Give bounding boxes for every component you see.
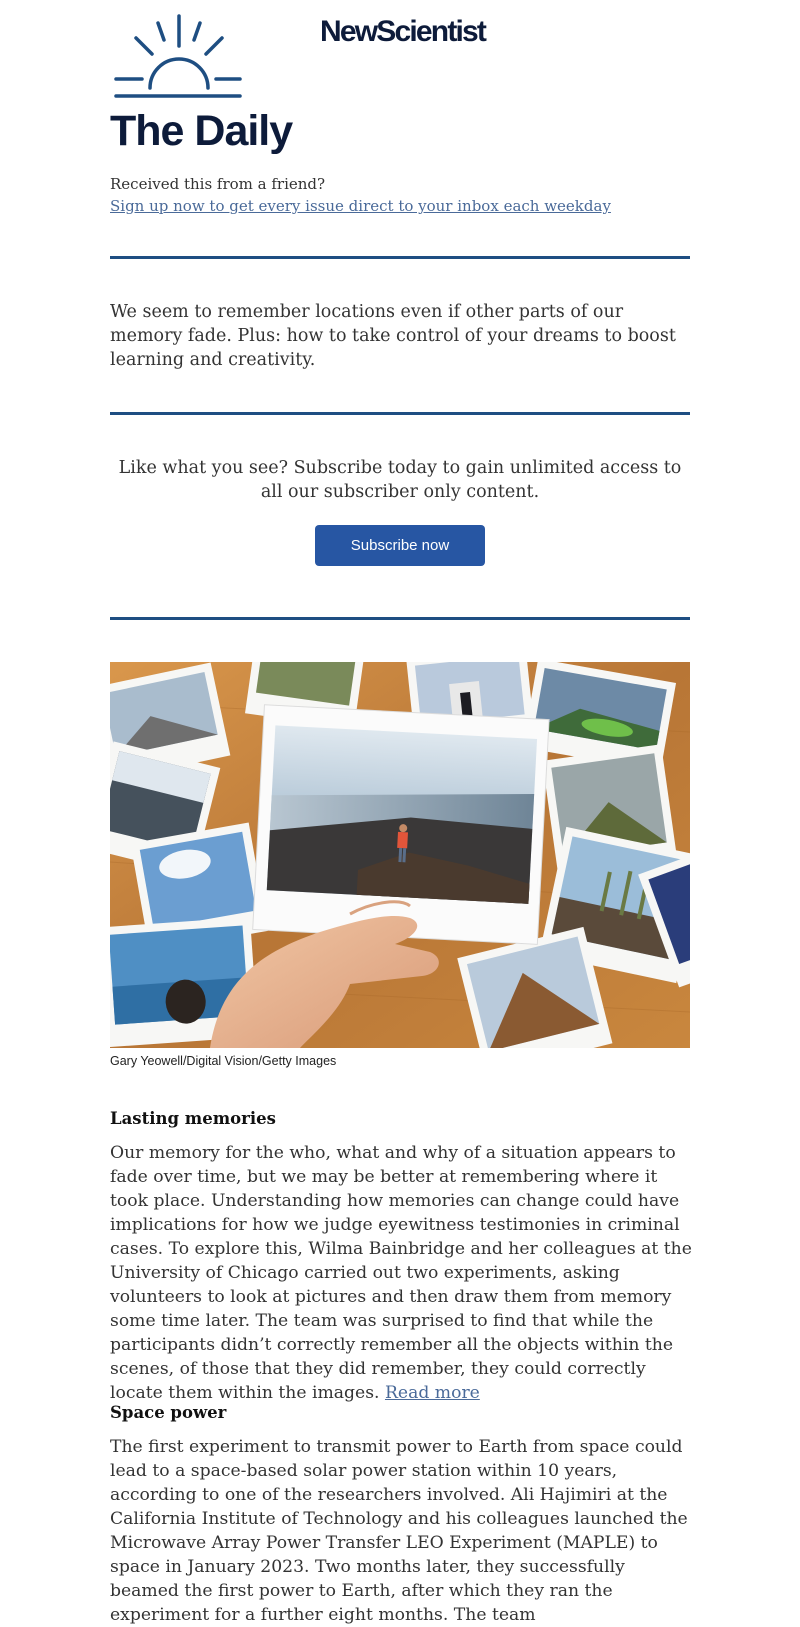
- hero-illustration: [110, 662, 690, 1048]
- subscribe-promo-text: Like what you see? Subscribe today to ga…: [118, 458, 682, 502]
- article-body-space-power: The first experiment to transmit power t…: [110, 1437, 688, 1625]
- article-heading-lasting-memories: Lasting memories: [110, 1109, 276, 1128]
- newsletter-page: NewScientist The Daily Received this fro…: [0, 0, 800, 1625]
- divider-bottom: [110, 617, 690, 620]
- divider-top: [110, 256, 690, 259]
- signup-link[interactable]: Sign up now to get every issue direct to…: [110, 196, 611, 216]
- image-credit: Gary Yeowell/Digital Vision/Getty Images: [110, 1054, 337, 1068]
- newscientist-logo[interactable]: NewScientist: [320, 14, 487, 50]
- intro-summary: We seem to remember locations even if ot…: [110, 302, 676, 370]
- article-heading-space-power: Space power: [110, 1403, 227, 1422]
- sun-rising-icon: [114, 14, 242, 98]
- subscribe-button[interactable]: Subscribe now: [315, 525, 485, 566]
- hero-image[interactable]: [110, 662, 690, 1048]
- article-text: Our memory for the who, what and why of …: [110, 1143, 692, 1403]
- friend-text: Received this from a friend?: [110, 175, 326, 193]
- article-body-lasting-memories: Our memory for the who, what and why of …: [110, 1141, 696, 1405]
- page-title: The Daily: [110, 107, 293, 155]
- divider-middle: [110, 412, 690, 415]
- read-more-link[interactable]: Read more: [385, 1383, 480, 1403]
